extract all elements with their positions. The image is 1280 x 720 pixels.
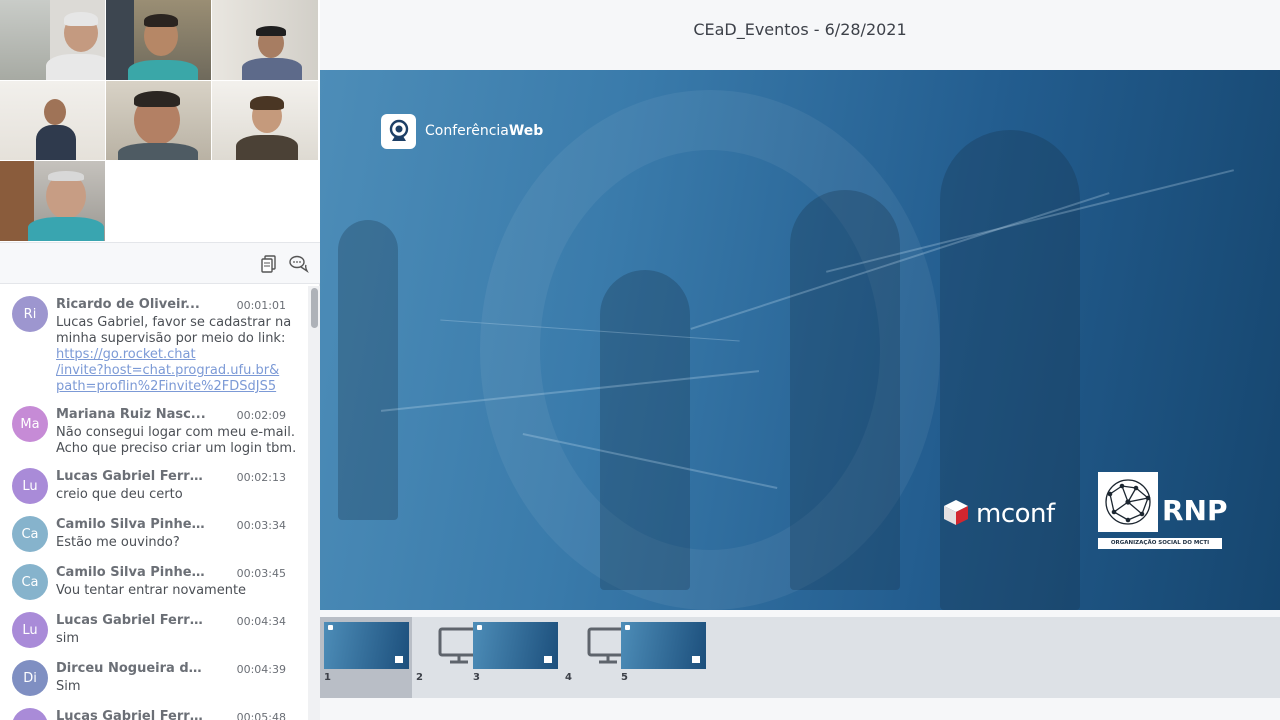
rnp-text: RNP [1162, 494, 1228, 527]
slide-preview [324, 622, 409, 669]
chat-toolbar [0, 242, 320, 284]
left-panel: Ri Ricardo de Oliveir... 00:01:01 Lucas … [0, 0, 320, 720]
slide-number: 2 [416, 672, 423, 683]
message-link[interactable]: https://go.rocket.chat [56, 347, 301, 363]
sender-name: Mariana Ruiz Nasc... [56, 407, 206, 422]
rnp-subtext: ORGANIZAÇÃO SOCIAL DO MCTI [1098, 538, 1222, 549]
meeting-title: CEaD_Eventos - 6/28/2021 [693, 20, 907, 39]
video-tile[interactable] [212, 0, 318, 80]
slide-number: 3 [473, 672, 480, 683]
slide-number: 4 [565, 672, 572, 683]
presentation-slide: ConferênciaWeb mconf RNP ORGANIZAÇÃO SOC… [320, 70, 1280, 610]
chat-message: Ca Camilo Silva Pinhe... 00:03:45 Vou te… [0, 564, 308, 604]
sender-name: Ricardo de Oliveir... [56, 297, 200, 312]
message-time: 00:05:48 [236, 711, 286, 720]
avatar: Lu [12, 708, 48, 720]
chat-scroll-thumb[interactable] [311, 288, 318, 328]
slide-decoration [790, 190, 900, 590]
chat-bubbles-icon[interactable] [288, 253, 310, 275]
sender-name: Lucas Gabriel Ferreir... [56, 613, 206, 628]
slide-thumbnail[interactable]: 3 [469, 617, 561, 698]
avatar: Di [12, 660, 48, 696]
message-time: 00:02:13 [236, 471, 286, 484]
sender-name: Dirceu Nogueira de S... [56, 661, 206, 676]
message-text: Estão me ouvindo? [56, 535, 180, 550]
copy-icon[interactable] [258, 253, 280, 275]
chat-message: Lu Lucas Gabriel Ferreir... 00:04:34 sim [0, 612, 308, 652]
message-text: Não consegui logar com meu e-mail. Acho … [56, 425, 297, 456]
bottom-bar [320, 698, 1280, 720]
video-tile[interactable] [0, 0, 105, 80]
message-text: Sim [56, 679, 81, 694]
slide-number: 5 [621, 672, 628, 683]
video-tile[interactable] [0, 81, 105, 160]
message-text: sim [56, 631, 80, 646]
message-time: 00:04:39 [236, 663, 286, 676]
message-time: 00:04:34 [236, 615, 286, 628]
conferenciaweb-logo: ConferênciaWeb [381, 113, 543, 149]
chat-message: Di Dirceu Nogueira de S... 00:04:39 Sim [0, 660, 308, 700]
chat-message: Ri Ricardo de Oliveir... 00:01:01 Lucas … [0, 296, 308, 396]
slide-preview [473, 622, 558, 669]
video-grid [0, 0, 320, 242]
mconf-logo: mconf [942, 498, 1055, 530]
rnp-logo: RNP ORGANIZAÇÃO SOCIAL DO MCTI [1098, 472, 1228, 550]
presentation-area: CEaD_Eventos - 6/28/2021 ConferênciaWeb … [320, 0, 1280, 720]
message-time: 00:03:45 [236, 567, 286, 580]
slide-thumbnail[interactable]: 1 [320, 617, 412, 698]
sender-name: Lucas Gabriel Ferreir... [56, 469, 206, 484]
message-text: Lucas Gabriel, favor se cadastrar na min… [56, 315, 301, 395]
mconf-cube-icon [942, 498, 970, 530]
sender-name: Camilo Silva Pinhe... [56, 565, 206, 580]
slide-thumbnail[interactable]: 5 [617, 617, 709, 698]
rnp-globe-icon [1098, 472, 1158, 532]
sender-name: Lucas Gabriel Ferreir... [56, 709, 206, 720]
avatar: Lu [12, 612, 48, 648]
chat-message-list[interactable]: Ri Ricardo de Oliveir... 00:01:01 Lucas … [0, 286, 308, 720]
avatar: Ma [12, 406, 48, 442]
message-time: 00:02:09 [236, 409, 286, 422]
message-time: 00:01:01 [236, 299, 286, 312]
sender-name: Camilo Silva Pinhe... [56, 517, 206, 532]
slide-preview [621, 622, 706, 669]
chat-message: Ca Camilo Silva Pinhe... 00:03:34 Estão … [0, 516, 308, 556]
video-tile[interactable] [106, 81, 211, 160]
chat-message: Lu Lucas Gabriel Ferreir... 00:05:48 [0, 708, 308, 720]
message-time: 00:03:34 [236, 519, 286, 532]
webcam-icon [381, 113, 416, 149]
logo-text: ConferênciaWeb [425, 123, 544, 139]
chat-message: Lu Lucas Gabriel Ferreir... 00:02:13 cre… [0, 468, 308, 508]
slide-thumbnail-strip: 1 2 3 4 5 [320, 617, 1280, 698]
chat-scrollbar[interactable] [308, 286, 320, 720]
message-link[interactable]: /invite?host=chat.prograd.ufu.br& [56, 363, 301, 379]
video-tile[interactable] [212, 81, 318, 160]
message-text: creio que deu certo [56, 487, 183, 502]
video-tile[interactable] [106, 0, 211, 80]
avatar: Ca [12, 516, 48, 552]
slide-decoration [338, 220, 398, 520]
message-text: Vou tentar entrar novamente [56, 583, 247, 598]
avatar: Lu [12, 468, 48, 504]
message-body: Lucas Gabriel, favor se cadastrar na min… [56, 315, 292, 346]
slide-decoration [940, 130, 1080, 610]
avatar: Ri [12, 296, 48, 332]
chat-message: Ma Mariana Ruiz Nasc... 00:02:09 Não con… [0, 406, 308, 462]
slide-number: 1 [324, 672, 331, 683]
message-link[interactable]: path=proflin%2Finvite%2FDSdJS5 [56, 379, 301, 395]
slide-decoration [600, 270, 690, 590]
video-tile[interactable] [0, 161, 105, 241]
mconf-text: mconf [976, 499, 1055, 529]
avatar: Ca [12, 564, 48, 600]
